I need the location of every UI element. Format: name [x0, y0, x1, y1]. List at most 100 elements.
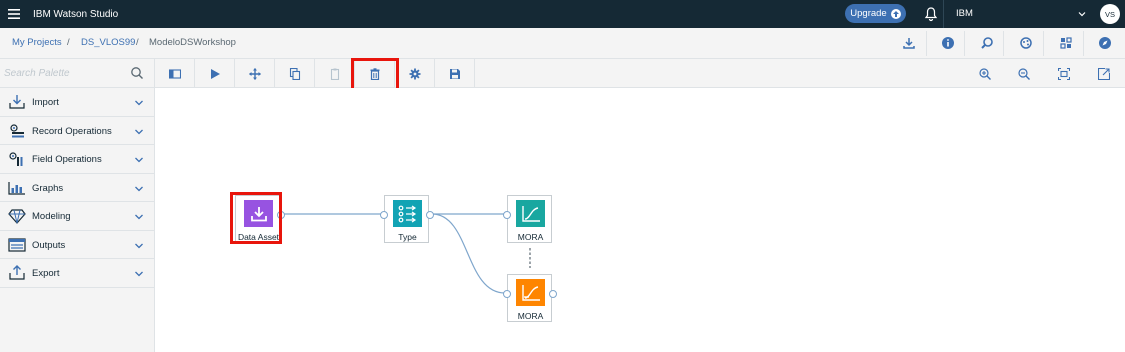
paste-button[interactable] [315, 59, 355, 88]
breadcrumb-project[interactable]: DS_VLOS99 [81, 37, 135, 48]
toggle-palette-button[interactable] [155, 59, 195, 88]
chevron-down-icon [135, 186, 143, 191]
model-icon [516, 279, 545, 306]
breadcrumb-flow: ModeloDSWorkshop [149, 37, 236, 48]
palette-search [0, 59, 155, 88]
upgrade-button[interactable]: Upgrade [845, 4, 906, 23]
gear-icon [409, 68, 420, 79]
move-button[interactable] [235, 59, 275, 88]
divider [926, 31, 927, 56]
record-ops-icon [10, 123, 24, 137]
palette-category-graphs[interactable]: Graphs [0, 174, 155, 202]
node-mora-model[interactable]: MORA [503, 274, 557, 322]
category-label: Field Operations [32, 154, 102, 165]
breadcrumb-separator: / [67, 37, 70, 48]
type-icon [393, 200, 422, 227]
input-port[interactable] [503, 290, 511, 298]
run-button[interactable] [195, 59, 235, 88]
category-label: Record Operations [32, 125, 112, 137]
model-nugget-icon [516, 200, 545, 227]
info-icon[interactable] [941, 36, 955, 50]
palette-category-import[interactable]: Import [0, 88, 155, 117]
node-label: MORA [517, 311, 544, 321]
link-layer [281, 213, 531, 294]
breadcrumb-my-projects[interactable]: My Projects [12, 37, 62, 48]
copy-button[interactable] [275, 59, 315, 88]
output-port[interactable] [549, 290, 557, 298]
fit-screen-icon [1058, 67, 1070, 80]
download-icon[interactable] [902, 36, 916, 50]
palette-search-input[interactable] [4, 65, 124, 81]
search-icon[interactable] [130, 66, 144, 80]
app-window: IBM Watson Studio Upgrade IBM VS My Proj… [0, 0, 1125, 352]
chevron-down-icon [135, 100, 143, 106]
palette-category-modeling[interactable]: Modeling [0, 202, 155, 231]
zoom-out-button[interactable] [1005, 59, 1043, 88]
node-type[interactable]: Type [380, 195, 434, 243]
divider [964, 31, 965, 56]
palette-category-field-operations[interactable]: Field Operations [0, 145, 155, 174]
zoom-out-icon [1018, 67, 1030, 80]
highlight-delete-button [351, 58, 399, 91]
divider [1043, 31, 1044, 56]
copy-icon [289, 67, 300, 80]
category-label: Outputs [32, 239, 66, 251]
notification-bell-icon[interactable] [923, 6, 939, 22]
divider [1083, 31, 1084, 56]
chevron-down-icon[interactable] [1077, 9, 1087, 19]
app-title[interactable]: IBM Watson Studio [33, 9, 118, 20]
palette-category-record-operations[interactable]: Record Operations [0, 117, 155, 145]
hamburger-menu-icon[interactable] [0, 0, 28, 28]
side-panel-icon [1098, 67, 1110, 80]
field-ops-icon [9, 152, 23, 166]
settings-button[interactable] [395, 59, 435, 88]
top-bar: IBM Watson Studio Upgrade IBM VS [0, 0, 1125, 28]
fit-to-screen-button[interactable] [1045, 59, 1083, 88]
graphs-icon [8, 181, 25, 195]
outputs-icon [8, 237, 26, 252]
palette-category-export[interactable]: Export [0, 259, 155, 288]
input-port[interactable] [503, 211, 511, 219]
open-panel-button[interactable] [1085, 59, 1123, 88]
breadcrumb-separator: / [136, 37, 139, 48]
paste-icon [330, 68, 339, 80]
compass-icon[interactable] [1098, 36, 1112, 50]
find-icon[interactable] [980, 36, 994, 50]
category-label: Import [32, 97, 59, 108]
canvas-toolbar [155, 59, 1125, 88]
input-port[interactable] [380, 211, 388, 219]
arrow-up-icon [890, 8, 901, 19]
save-icon [449, 68, 460, 79]
zoom-in-button[interactable] [966, 59, 1004, 88]
node-palette: Import Record Operations Field Operation… [0, 59, 155, 352]
chevron-down-icon [135, 157, 143, 163]
save-button[interactable] [435, 59, 475, 88]
link-type-mora-model[interactable] [431, 213, 506, 294]
flow-canvas[interactable]: Data Asset Type MORA MORA [155, 88, 1125, 352]
chevron-down-icon [135, 129, 143, 134]
node-label: MORA [517, 232, 544, 242]
zoom-in-icon [979, 67, 991, 80]
modeling-icon [8, 209, 26, 224]
chevron-down-icon [135, 214, 143, 220]
category-label: Modeling [32, 211, 71, 222]
move-icon [248, 67, 261, 80]
palette-category-outputs[interactable]: Outputs [0, 231, 155, 259]
category-label: Graphs [32, 182, 64, 194]
account-selector[interactable]: IBM [956, 8, 973, 19]
node-mora-nugget[interactable]: MORA [503, 195, 552, 243]
divider [1003, 31, 1004, 56]
chevron-down-icon [135, 271, 143, 277]
export-icon [9, 265, 25, 280]
breadcrumb: My Projects / DS_VLOS99 / ModeloDSWorksh… [0, 28, 1125, 59]
import-icon [9, 95, 25, 109]
output-port[interactable] [426, 211, 434, 219]
node-label: Type [398, 232, 417, 242]
highlight-data-asset-node [230, 192, 282, 244]
chevron-down-icon [135, 243, 143, 248]
palette-view-icon[interactable] [1019, 36, 1033, 50]
avatar[interactable]: VS [1100, 4, 1120, 24]
grid-view-icon[interactable] [1059, 36, 1073, 50]
play-icon [210, 68, 220, 79]
category-label: Export [32, 268, 60, 279]
